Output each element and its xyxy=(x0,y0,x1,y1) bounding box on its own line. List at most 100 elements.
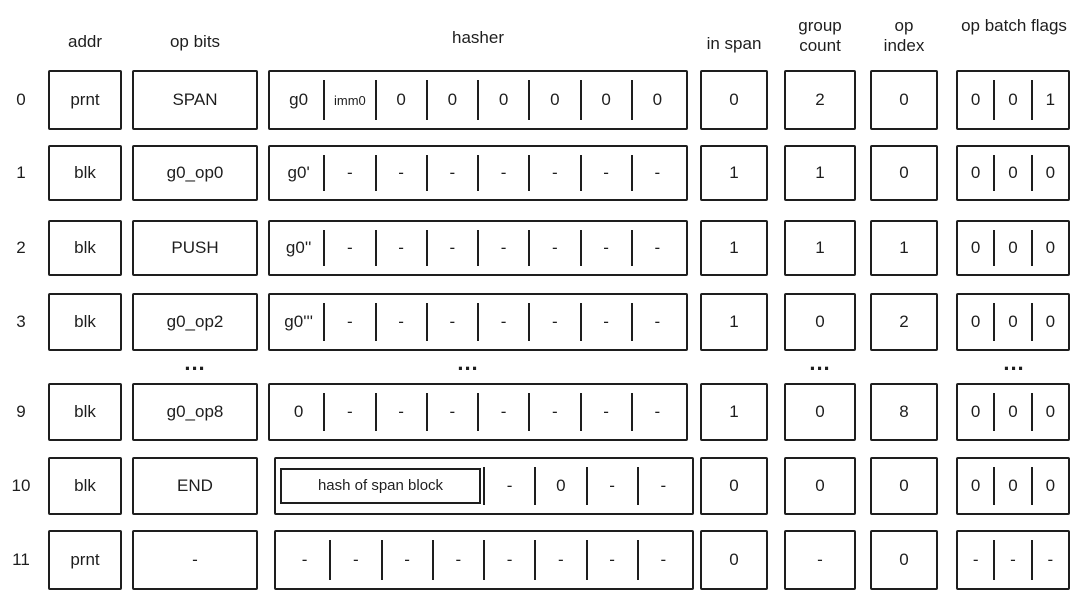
hasher-value: - xyxy=(585,467,637,505)
hasher-cell: g0''' - - - - - - - xyxy=(268,293,688,351)
group-count-cell: 1 xyxy=(784,145,856,201)
hasher-value: 0 xyxy=(534,467,585,505)
op-batch-flags-cell: 000 xyxy=(956,383,1070,441)
addr-cell: blk xyxy=(48,220,122,276)
flag-value: 0 xyxy=(970,401,981,421)
hasher-value: - xyxy=(323,393,374,431)
hasher-value: - xyxy=(425,229,477,267)
group-count-cell: 0 xyxy=(784,383,856,441)
group-count-cell: 1 xyxy=(784,220,856,276)
hasher-value: g0' xyxy=(287,162,310,182)
op-index-cell: 2 xyxy=(870,293,938,351)
header-addr: addr xyxy=(67,32,103,51)
group-count-cell: 0 xyxy=(784,293,856,351)
hasher-value: - xyxy=(477,154,528,192)
op-index-cell: 0 xyxy=(870,457,938,515)
flag-value: 1 xyxy=(1030,80,1068,120)
op-bits-cell: g0_op8 xyxy=(132,383,258,441)
flag-value: 0 xyxy=(993,467,1030,505)
ellipsis-group-count: ... xyxy=(809,350,831,375)
op-index-cell: 0 xyxy=(870,70,938,130)
in-span-cell: 0 xyxy=(700,70,768,130)
hasher-value: - xyxy=(477,229,528,267)
flag-value: 0 xyxy=(993,303,1030,341)
hasher-value: - xyxy=(323,303,374,341)
hasher-cell: -------- xyxy=(274,530,694,590)
hasher-value: 0 xyxy=(293,401,304,421)
group-count-cell: 2 xyxy=(784,70,856,130)
op-batch-flags-cell: 000 xyxy=(956,293,1070,351)
hasher-value: - xyxy=(528,229,579,267)
flag-value: - xyxy=(972,550,979,569)
hasher-value: 0 xyxy=(477,80,528,120)
group-count-cell: 0 xyxy=(784,457,856,515)
row-address-label: 11 xyxy=(12,550,30,569)
hasher-value: 0 xyxy=(425,80,477,120)
hasher-value: - xyxy=(528,393,579,431)
header-op-index: op index xyxy=(883,16,925,55)
hasher-value: - xyxy=(636,540,688,580)
flag-value: 0 xyxy=(1030,229,1068,267)
row-address-label: 0 xyxy=(16,90,26,109)
header-in-span: in span xyxy=(706,34,762,53)
hasher-value: - xyxy=(323,154,374,192)
op-index-cell: 0 xyxy=(870,145,938,201)
hasher-cell: g0' - - - - - - - xyxy=(268,145,688,201)
hasher-cell: g0'' - - - - - - - xyxy=(268,220,688,276)
header-hasher: hasher xyxy=(452,28,504,47)
hasher-value: - xyxy=(374,154,426,192)
hasher-value: - xyxy=(579,393,631,431)
hasher-cell: hash of span block -0- - xyxy=(274,457,694,515)
hasher-value: - xyxy=(534,540,585,580)
addr-cell: prnt xyxy=(48,70,122,130)
hasher-value: g0'' xyxy=(285,237,312,257)
flag-value: - xyxy=(1030,540,1068,580)
ellipsis-flags: ... xyxy=(1003,350,1025,375)
hasher-value: 0 xyxy=(528,80,579,120)
row-address-label: 10 xyxy=(11,476,31,495)
flag-value: 0 xyxy=(1030,467,1068,505)
hasher-value: - xyxy=(431,540,483,580)
hasher-value: 0 xyxy=(630,80,682,120)
hasher-value: 0 xyxy=(579,80,631,120)
addr-cell: prnt xyxy=(48,530,122,590)
in-span-cell: 1 xyxy=(700,293,768,351)
hasher-cell: 0------- xyxy=(268,383,688,441)
addr-cell: blk xyxy=(48,457,122,515)
addr-cell: blk xyxy=(48,145,122,201)
row-address-label: 9 xyxy=(16,402,26,421)
hasher-value: - xyxy=(579,229,631,267)
hasher-value: 0 xyxy=(374,80,426,120)
hasher-value: imm0 xyxy=(323,80,374,120)
header-op-bits: op bits xyxy=(169,32,221,51)
hasher-value: - xyxy=(301,550,308,569)
hasher-value: - xyxy=(579,303,631,341)
hasher-value: - xyxy=(374,229,426,267)
hasher-value: - xyxy=(579,154,631,192)
flag-value: 0 xyxy=(1030,303,1068,341)
row-address-label: 2 xyxy=(16,238,26,257)
op-bits-cell: PUSH xyxy=(132,220,258,276)
hasher-value: - xyxy=(477,393,528,431)
op-index-cell: 0 xyxy=(870,530,938,590)
op-bits-cell: END xyxy=(132,457,258,515)
hasher-value: - xyxy=(425,154,477,192)
hasher-value: - xyxy=(528,154,579,192)
flag-value: - xyxy=(993,540,1030,580)
hasher-value: - xyxy=(483,540,534,580)
op-batch-flags-cell: 000 xyxy=(956,457,1070,515)
flag-value: 0 xyxy=(993,393,1030,431)
row-address-label: 3 xyxy=(16,312,26,331)
addr-cell: blk xyxy=(48,293,122,351)
op-bits-cell: g0_op0 xyxy=(132,145,258,201)
header-op-batch-flags: op batch flags xyxy=(961,16,1067,35)
flag-value: 0 xyxy=(970,475,981,495)
op-batch-flags-cell: 000 xyxy=(956,220,1070,276)
hasher-value: g0 xyxy=(289,90,309,109)
hasher-cell: g0 imm0 0 0 0 0 0 0 xyxy=(268,70,688,130)
op-bits-cell: SPAN xyxy=(132,70,258,130)
addr-cell: blk xyxy=(48,383,122,441)
in-span-cell: 1 xyxy=(700,220,768,276)
hasher-value: - xyxy=(329,540,380,580)
group-count-cell: - xyxy=(784,530,856,590)
